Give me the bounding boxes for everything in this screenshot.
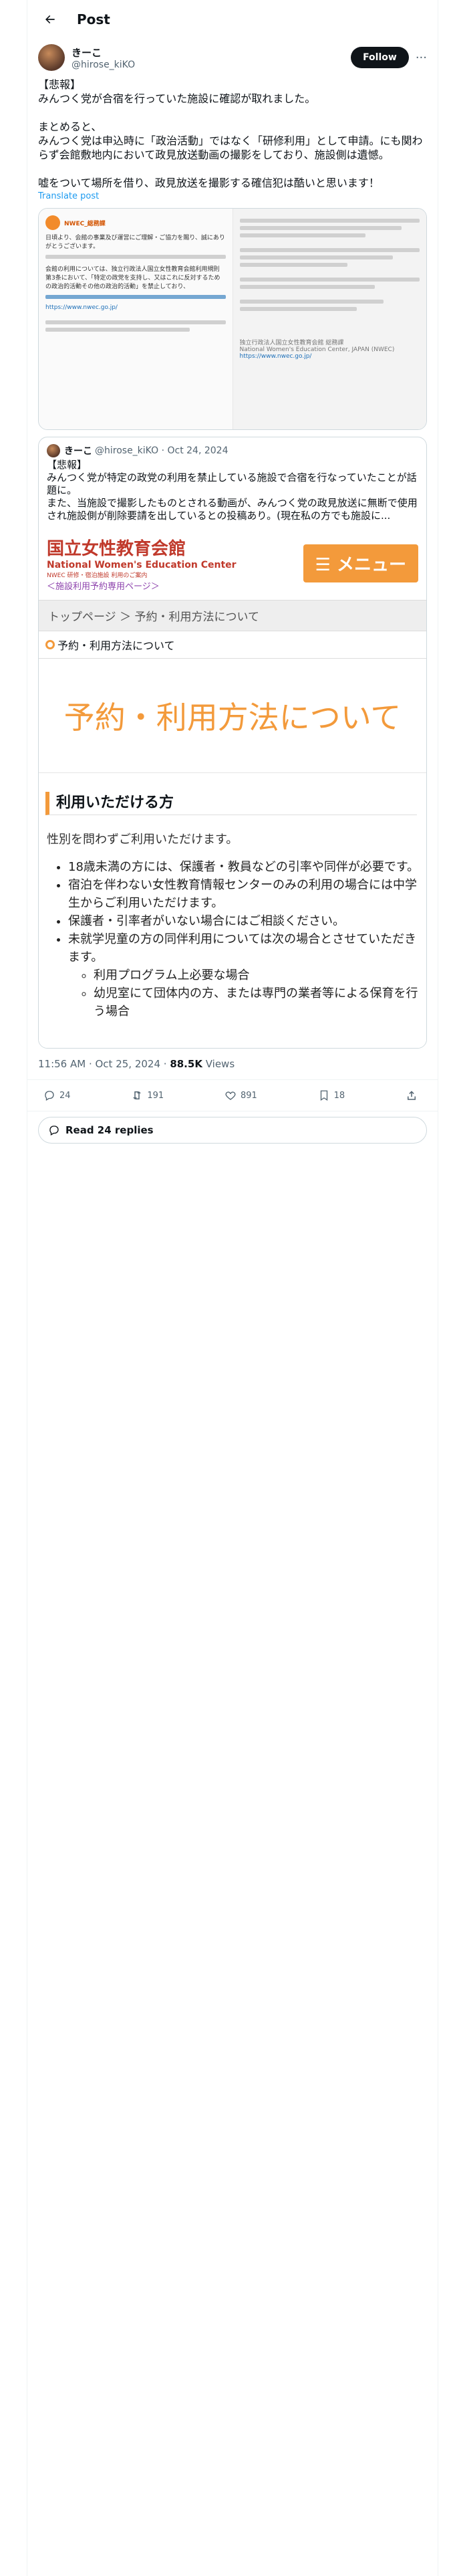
attached-images[interactable]: NWEC_総務課 日頃より、会館の事業及び運営にご理解・ご協力を賜り、誠にありが… [38, 208, 427, 430]
list-item: 18歳未満の方には、保護者・教員などの引率や同伴が必要です。 [68, 858, 426, 876]
email-body-2: 会館の利用については、独立行政法人国立女性教育会館利用規則第3条において、「特定… [45, 266, 220, 290]
author-handle[interactable]: @hirose_kiKO [71, 60, 351, 70]
list-item: 宿泊を伴わない女性教育情報センターのみの利用の場合には中学生からご利用いただけま… [68, 876, 426, 912]
email-link: https://www.nwec.go.jp/ [45, 304, 118, 311]
back-arrow-icon[interactable] [38, 7, 62, 31]
read-replies-button[interactable]: Read 24 replies [38, 1117, 427, 1144]
site-list: 18歳未満の方には、保護者・教員などの引率や同伴が必要です。 宿泊を伴わない女性… [39, 858, 426, 1021]
quoted-website-screenshot: 国立女性教育会館 National Women's Education Cent… [39, 526, 426, 1048]
author-display-name[interactable]: きーこ [71, 45, 351, 60]
quoted-handle: @hirose_kiKO [95, 445, 159, 456]
follow-button[interactable]: Follow [351, 47, 409, 68]
email-body-1: 日頃より、会館の事業及び運営にご理解・ご協力を賜り、誠にありがとうございます。 [45, 235, 225, 250]
email-footer: 独立行政法人国立女性教育会館 総務課 [239, 340, 344, 346]
sub-list-item: 幼児室にて団体内の方、または専門の業者等による保育を行う場合 [94, 984, 426, 1021]
site-hero-title: 予約・利用方法について [39, 659, 426, 773]
site-banner: 国立女性教育会館 National Women's Education Cent… [39, 526, 426, 601]
account-logo-icon [45, 215, 60, 230]
quoted-date: Oct 24, 2024 [167, 445, 229, 456]
sub-list-item: 利用プログラム上必要な場合 [94, 966, 426, 984]
post-timestamp: 11:56 AM · Oct 25, 2024 · 88.5K Views [27, 1049, 438, 1080]
like-button[interactable]: 891 [224, 1089, 257, 1101]
reply-icon [45, 1091, 54, 1101]
translate-post-link[interactable]: Translate post [27, 190, 438, 203]
more-options-icon[interactable]: ··· [416, 51, 427, 65]
quoted-avatar [47, 444, 60, 457]
top-bar: Post [27, 0, 438, 39]
email-account-name: NWEC_総務課 [64, 220, 106, 227]
chat-bubble-icon [49, 1125, 59, 1136]
avatar[interactable] [38, 44, 65, 71]
post-text: 【悲報】 みんつく党が合宿を行っていた施設に確認が取れました。 まとめると、 み… [38, 78, 423, 189]
list-item: 未就学児童の方の同伴利用については次の場合とさせていただきます。 利用プログラム… [68, 930, 426, 1021]
quoted-display-name: きーこ [64, 446, 92, 457]
bookmark-button[interactable]: 18 [318, 1089, 345, 1101]
share-icon [408, 1091, 416, 1100]
screenshot-email-continued-image[interactable]: 独立行政法人国立女性教育会館 総務課 National Women's Educ… [233, 209, 426, 429]
action-bar: 24 191 891 18 [27, 1080, 438, 1111]
bookmark-icon [320, 1090, 327, 1101]
list-item: 保護者・引率者がいない場合にはご相談ください。 [68, 912, 426, 930]
views-count: 88.5K [170, 1058, 202, 1070]
heart-icon [225, 1091, 236, 1100]
site-logo: 国立女性教育会館 National Women's Education Cent… [47, 538, 237, 592]
site-lead: 性別を問わずご利用いただけます。 [47, 833, 239, 847]
site-menu-button: ☰ メニュー [303, 544, 418, 582]
quoted-text: 【悲報】 みんつく党が特定の政党の利用を禁止している施設で合宿を行なっていたこと… [47, 459, 418, 522]
circle-icon [45, 640, 55, 649]
screenshot-email-image[interactable]: NWEC_総務課 日頃より、会館の事業及び運営にご理解・ご協力を賜り、誠にありが… [39, 209, 233, 429]
site-section-label: 予約・利用方法について [39, 631, 426, 659]
site-heading: 利用いただける方 [45, 792, 417, 815]
email-footer-link: https://www.nwec.go.jp/ [239, 353, 312, 360]
email-footer-en: National Women's Education Center, JAPAN… [239, 346, 395, 353]
repost-icon [133, 1091, 142, 1099]
repost-button[interactable]: 191 [131, 1089, 164, 1101]
reply-button[interactable]: 24 [43, 1089, 71, 1101]
quoted-post[interactable]: きーこ @hirose_kiKO · Oct 24, 2024 【悲報】 みんつ… [38, 437, 427, 1049]
page-title: Post [77, 11, 110, 27]
post-author: きーこ @hirose_kiKO Follow ··· [27, 39, 438, 71]
main-column: Post きーこ @hirose_kiKO Follow ··· 【悲報】 みん… [27, 0, 438, 2576]
share-button[interactable] [406, 1089, 422, 1101]
site-breadcrumb: トップページ ＞ 予約・利用方法について [39, 601, 426, 631]
